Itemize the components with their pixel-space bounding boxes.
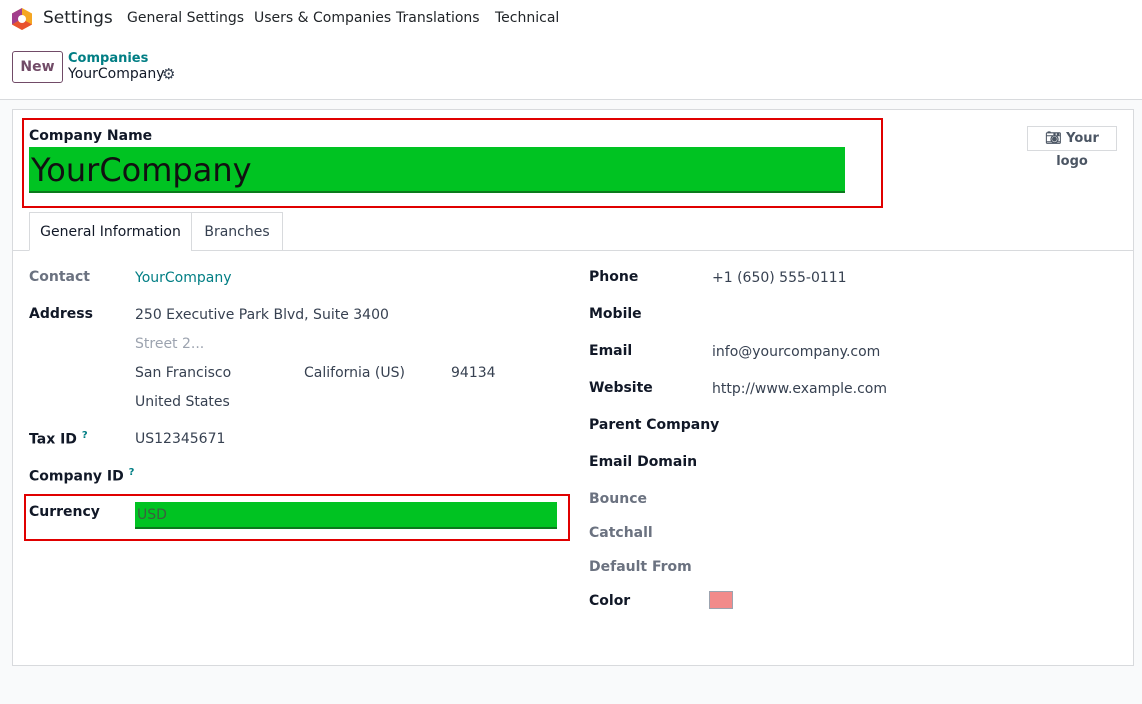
- phone-label: Phone: [589, 269, 639, 285]
- color-swatch[interactable]: [709, 591, 733, 609]
- tax-id-field[interactable]: US12345671: [135, 431, 225, 447]
- country-field[interactable]: United States: [135, 394, 230, 410]
- breadcrumb-companies[interactable]: Companies: [68, 51, 148, 66]
- tab-general-information[interactable]: General Information: [29, 212, 192, 251]
- bounce-label: Bounce: [589, 491, 648, 507]
- color-label: Color: [589, 593, 631, 609]
- city-field[interactable]: San Francisco: [135, 365, 231, 381]
- menu-users-companies[interactable]: Users & Companies: [254, 10, 391, 26]
- logo-upload[interactable]: 📷︎ Your logo: [1027, 126, 1117, 169]
- top-navbar: Settings General Settings Users & Compan…: [0, 0, 1142, 38]
- odoo-logo-icon[interactable]: [12, 8, 32, 30]
- contact-link[interactable]: YourCompany: [135, 270, 232, 286]
- menu-translations[interactable]: Translations: [396, 10, 480, 26]
- tax-id-label: Tax ID ?: [29, 430, 88, 448]
- menu-general-settings[interactable]: General Settings: [127, 10, 244, 26]
- tab-branches[interactable]: Branches: [191, 212, 283, 251]
- parent-company-label: Parent Company: [589, 417, 720, 433]
- company-name-label: Company Name: [29, 128, 153, 144]
- app-title[interactable]: Settings: [43, 8, 113, 28]
- phone-field[interactable]: +1 (650) 555-0111: [712, 270, 847, 286]
- address-label: Address: [29, 306, 93, 322]
- company-id-label: Company ID ?: [29, 467, 135, 485]
- help-icon[interactable]: ?: [82, 430, 88, 441]
- website-label: Website: [589, 380, 653, 396]
- currency-input[interactable]: USD: [135, 502, 557, 529]
- email-domain-label: Email Domain: [589, 454, 698, 470]
- state-field[interactable]: California (US): [304, 365, 405, 381]
- company-name-input[interactable]: YourCompany: [29, 147, 845, 193]
- breadcrumb-current: YourCompany: [68, 66, 165, 82]
- street2-field[interactable]: Street 2...: [135, 336, 204, 352]
- catchall-label: Catchall: [589, 525, 653, 541]
- street-field[interactable]: 250 Executive Park Blvd, Suite 3400: [135, 307, 389, 323]
- gear-icon[interactable]: ⚙: [162, 65, 175, 83]
- new-button[interactable]: New: [12, 51, 63, 83]
- contact-label: Contact: [29, 269, 90, 285]
- menu-technical[interactable]: Technical: [495, 10, 559, 26]
- email-field[interactable]: info@yourcompany.com: [712, 344, 880, 360]
- camera-icon: 📷︎: [1045, 131, 1062, 146]
- currency-label: Currency: [29, 504, 100, 520]
- default-from-label: Default From: [589, 559, 692, 575]
- mobile-label: Mobile: [589, 306, 642, 322]
- email-label: Email: [589, 343, 633, 359]
- website-field[interactable]: http://www.example.com: [712, 381, 887, 397]
- zip-field[interactable]: 94134: [451, 365, 496, 381]
- help-icon[interactable]: ?: [129, 467, 135, 478]
